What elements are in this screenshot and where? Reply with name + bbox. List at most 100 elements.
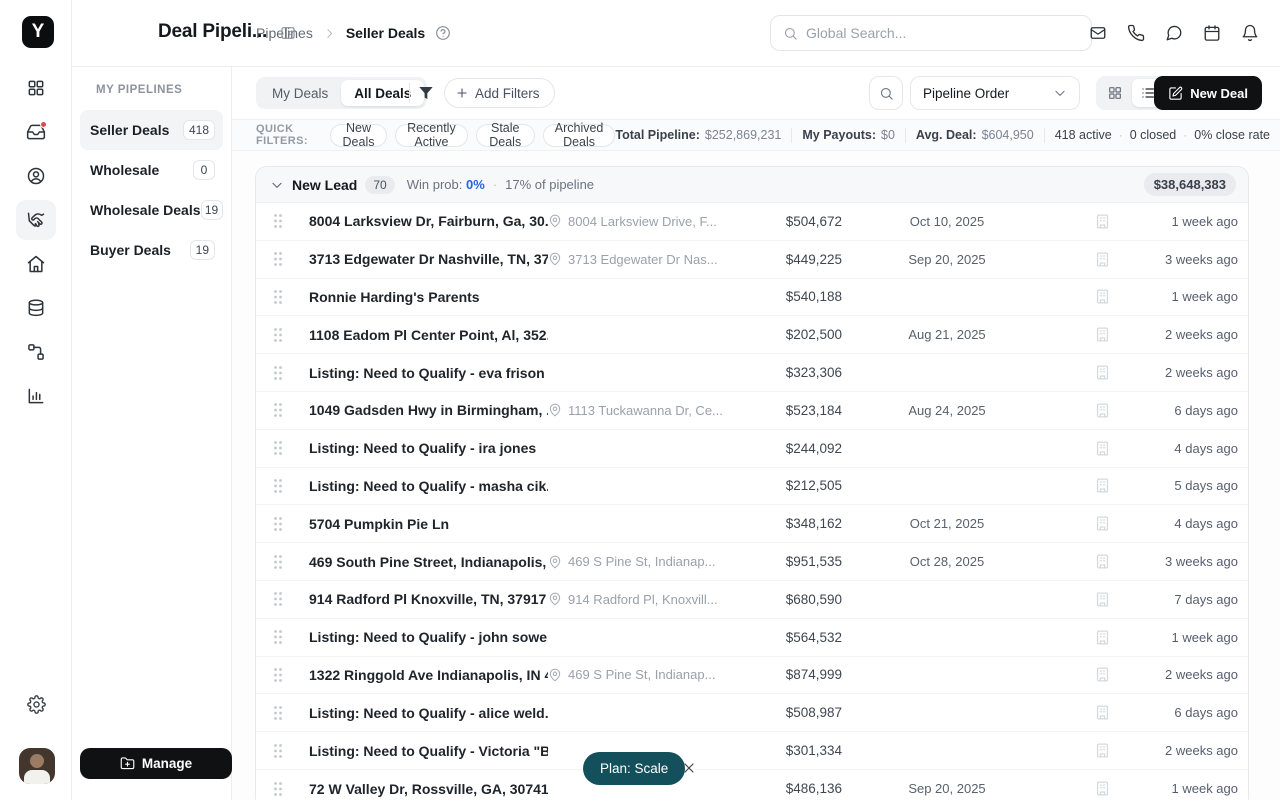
deal-type-cell [1052,213,1152,230]
mail-button[interactable] [1086,21,1110,45]
deal-row[interactable]: 72 W Valley Dr, Rossville, GA, 30741 $486… [256,769,1248,800]
deal-age: 3 weeks ago [1165,251,1238,267]
deal-title[interactable]: Listing: Need to Qualify - john sowell [309,629,548,645]
rail-item-automations[interactable] [16,332,56,372]
deal-age: 4 days ago [1174,440,1238,456]
deal-type-cell [1052,402,1152,419]
add-filters-button[interactable]: Add Filters [444,78,555,108]
deal-title[interactable]: 1108 Eadom Pl Center Point, Al, 352... [309,327,548,343]
drag-handle[interactable] [272,554,286,570]
deal-title[interactable]: 8004 Larksview Dr, Fairburn, Ga, 30... [309,213,548,229]
drag-handle[interactable] [272,743,286,759]
stat-label: Total Pipeline: [615,128,700,142]
deal-title[interactable]: Listing: Need to Qualify - Victoria "B..… [309,743,548,759]
deal-row[interactable]: 8004 Larksview Dr, Fairburn, Ga, 30... 80… [256,203,1248,241]
drag-handle[interactable] [272,402,286,418]
settings-button[interactable] [16,684,56,724]
deal-title[interactable]: 469 South Pine Street, Indianapolis, ... [309,554,548,570]
calendar-button[interactable] [1200,21,1224,45]
deal-row[interactable]: 5704 Pumpkin Pie Ln $348,162 Oct 21, 2025 4… [256,505,1248,544]
app-logo[interactable]: Y [22,16,54,48]
deal-row[interactable]: Listing: Need to Qualify - john sowell $5… [256,618,1248,657]
quick-filter-stale-deals[interactable]: Stale Deals [475,121,535,149]
manage-label: Manage [141,756,193,771]
building-icon [1094,704,1111,721]
plan-badge-close-button[interactable] [680,759,698,777]
drag-handle[interactable] [272,516,286,532]
rail-item-properties[interactable] [16,244,56,284]
drag-handle[interactable] [272,327,286,343]
deal-row[interactable]: 469 South Pine Street, Indianapolis, ...… [256,543,1248,581]
deal-row[interactable]: Listing: Need to Qualify - Victoria "B..… [256,732,1248,770]
deal-row[interactable]: Listing: Need to Qualify - alice weld...… [256,694,1248,733]
drag-handle[interactable] [272,781,286,797]
drag-handle[interactable] [272,591,286,607]
rail-item-inbox[interactable] [16,112,56,152]
quick-filter-archived-deals[interactable]: Archived Deals [542,121,616,149]
deal-date: Oct 10, 2025 [909,213,985,229]
deal-row[interactable]: 3713 Edgewater Dr Nashville, TN, 37... 37… [256,240,1248,279]
drag-handle[interactable] [272,705,286,721]
deal-title[interactable]: 5704 Pumpkin Pie Ln [309,516,548,532]
manage-button[interactable]: Manage [80,748,232,779]
user-avatar[interactable] [19,748,55,784]
deal-title[interactable]: Listing: Need to Qualify - alice weld... [309,705,548,721]
deal-title[interactable]: 1049 Gadsden Hwy in Birmingham, ... [309,402,548,418]
sidebar-item-wholesale-deals[interactable]: Wholesale Deals 19 [80,190,223,230]
sidebar-item-seller-deals[interactable]: Seller Deals 418 [80,110,223,150]
collapse-sidebar-button[interactable] [280,25,296,44]
drag-handle[interactable] [272,213,286,229]
sort-dropdown[interactable]: Pipeline Order [910,76,1080,110]
sidebar-item-buyer-deals[interactable]: Buyer Deals 19 [80,230,223,270]
sidebar-item-wholesale[interactable]: Wholesale 0 [80,150,223,190]
deal-title[interactable]: Listing: Need to Qualify - ira jones [309,440,548,456]
deal-row[interactable]: Listing: Need to Qualify - eva frison $32… [256,354,1248,392]
deal-title[interactable]: 72 W Valley Dr, Rossville, GA, 30741 [309,781,548,797]
filter-button[interactable] [414,82,438,104]
deal-row[interactable]: 1049 Gadsden Hwy in Birmingham, ... 1113 … [256,391,1248,430]
phone-button[interactable] [1124,21,1148,45]
drag-handle[interactable] [272,667,286,683]
drag-handle[interactable] [272,251,286,267]
global-search-input[interactable] [806,25,1079,41]
drag-handle[interactable] [272,440,286,456]
drag-handle[interactable] [272,629,286,645]
deal-row[interactable]: 914 Radford Pl Knoxville, TN, 37917 914 R… [256,580,1248,619]
chat-button[interactable] [1162,21,1186,45]
deal-title[interactable]: 914 Radford Pl Knoxville, TN, 37917 [309,591,548,607]
grid-view-button[interactable] [1099,79,1130,107]
deal-title[interactable]: Listing: Need to Qualify - eva frison [309,365,548,381]
tab-all-deals[interactable]: All Deals [341,80,425,106]
deal-row[interactable]: Ronnie Harding's Parents $540,188 1 week a… [256,278,1248,317]
new-deal-button[interactable]: New Deal [1154,76,1262,110]
drag-handle[interactable] [272,289,286,305]
rail-item-contacts[interactable] [16,156,56,196]
deal-title[interactable]: Listing: Need to Qualify - masha cik... [309,478,548,494]
quick-filter-recently-active[interactable]: Recently Active [395,121,468,149]
rail-item-analytics[interactable] [16,376,56,416]
quick-filters-strip: QUICK FILTERS: New Deals Recently Active S… [232,119,1280,151]
chevron-down-icon[interactable] [270,178,284,192]
rail-item-transactions[interactable] [16,288,56,328]
rail-item-deals[interactable] [16,200,56,240]
avatar-body [24,770,50,784]
rail-item-dashboard[interactable] [16,68,56,108]
list-search-button[interactable] [869,76,903,110]
bell-button[interactable] [1238,21,1262,45]
quick-filter-new-deals[interactable]: New Deals [329,121,388,149]
deal-row[interactable]: Listing: Need to Qualify - masha cik... $… [256,467,1248,506]
stage-group-header[interactable]: New Lead 70 Win prob: 0% · 17% of pipeli… [256,167,1248,203]
drag-handle[interactable] [272,478,286,494]
deal-row[interactable]: Listing: Need to Qualify - ira jones $244… [256,429,1248,468]
plus-icon [455,86,469,100]
stage-count-badge: 70 [365,175,395,194]
drag-handle[interactable] [272,365,286,381]
deal-title[interactable]: 1322 Ringgold Ave Indianapolis, IN 4... [309,667,548,683]
pipeline-stats: Total Pipeline: $252,869,231 My Payouts: $0… [615,127,1270,143]
tab-my-deals[interactable]: My Deals [259,80,341,106]
deal-row[interactable]: 1108 Eadom Pl Center Point, Al, 352... $2… [256,316,1248,355]
help-icon[interactable] [435,25,451,41]
deal-title[interactable]: 3713 Edgewater Dr Nashville, TN, 37... [309,251,548,267]
deal-row[interactable]: 1322 Ringgold Ave Indianapolis, IN 4... 4… [256,656,1248,695]
deal-title[interactable]: Ronnie Harding's Parents [309,289,548,305]
